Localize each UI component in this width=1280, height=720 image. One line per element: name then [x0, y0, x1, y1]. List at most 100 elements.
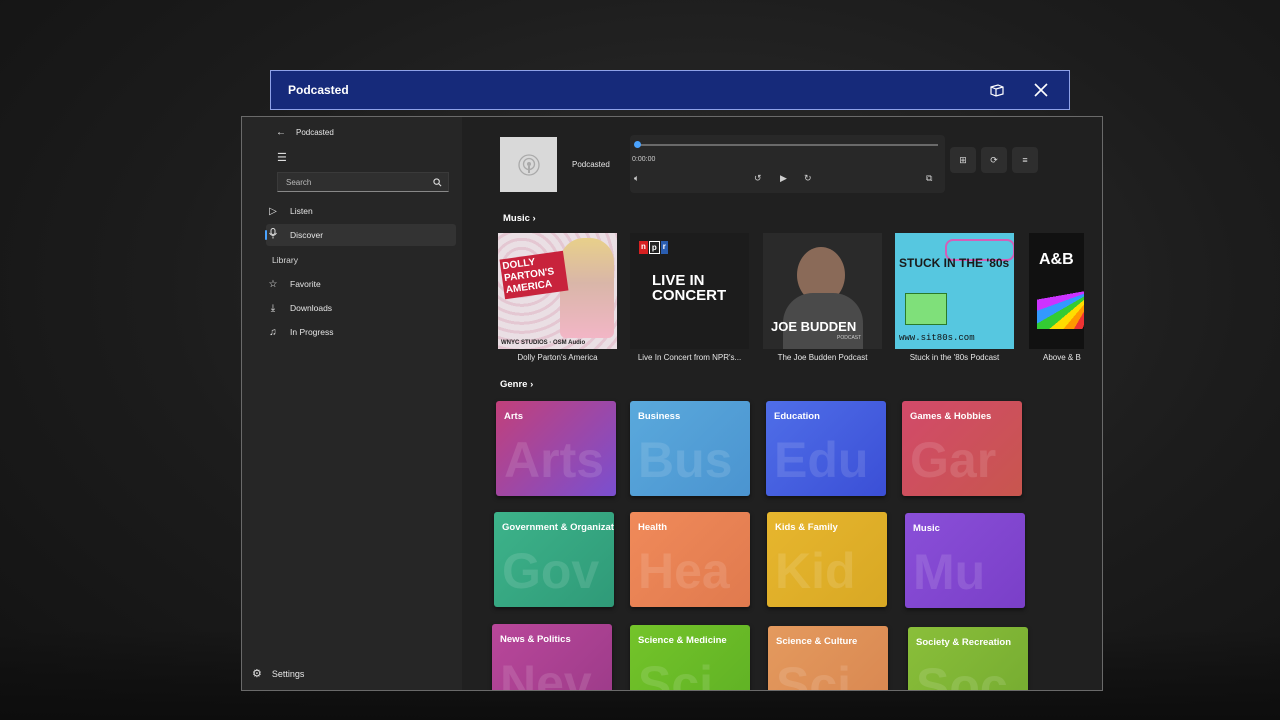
genre-watermark: Soc	[916, 658, 1008, 691]
sidebar-item-label: Listen	[290, 206, 313, 216]
sidebar-header: ← Podcasted	[276, 127, 334, 138]
download-icon: ⤓	[270, 302, 276, 314]
genre-tile-society-recreation[interactable]: Soc Society & Recreation	[908, 627, 1028, 691]
seek-thumb[interactable]	[634, 141, 641, 148]
music-note-icon: ♫	[269, 326, 277, 338]
genre-section-header[interactable]: Genre ›	[500, 379, 533, 390]
cover-text: STUCK IN THE '80s	[899, 256, 1010, 270]
genre-tile-games-hobbies[interactable]: Gar Games & Hobbies	[902, 401, 1022, 496]
podcast-card[interactable]: A&B Above & B	[1029, 233, 1084, 362]
queue-icon: ≡	[1022, 155, 1028, 165]
sidebar-item-listen[interactable]: ▷ Listen	[266, 200, 456, 222]
window-titlebar[interactable]: Podcasted	[270, 70, 1070, 110]
back-arrow-icon[interactable]: ←	[276, 127, 286, 138]
podcast-title: Live In Concert from NPR's...	[637, 353, 742, 362]
close-button[interactable]	[1025, 74, 1057, 106]
sidebar-item-label: Downloads	[290, 303, 333, 313]
podcast-card[interactable]: DOLLY PARTON'S AMERICA WNYC STUDIOS · OS…	[498, 233, 617, 362]
podcast-icon	[517, 153, 540, 176]
genre-tile-education[interactable]: Edu Education	[766, 401, 886, 496]
rewind-icon[interactable]: ↺	[754, 173, 762, 184]
sidebar-item-discover[interactable]: Discover	[265, 224, 456, 246]
gear-icon: ⚙	[252, 668, 262, 680]
genre-label: Business	[638, 411, 681, 422]
genre-label: Games & Hobbies	[910, 411, 992, 422]
restore-button[interactable]	[981, 74, 1013, 106]
play-icon[interactable]: ▶	[780, 173, 787, 184]
hamburger-icon[interactable]: ☰	[277, 151, 287, 164]
cover-url: www.sit80s.com	[899, 333, 975, 343]
player-bar: Podcasted 0:00:00 🔈︎ ↺ ▶ ↻ ⧉ ⊞ ⟳ ≡	[462, 117, 1102, 207]
sidebar-item-label: Favorite	[290, 279, 321, 289]
cover-text: JOE BUDDEN	[771, 319, 857, 334]
podcast-title: Above & B	[1043, 353, 1081, 362]
podcast-card[interactable]: STUCK IN THE '80s www.sit80s.com Stuck i…	[895, 233, 1014, 362]
now-playing-cover	[500, 137, 557, 192]
settings-button[interactable]: ⚙ Settings	[252, 667, 304, 680]
main-content: Podcasted 0:00:00 🔈︎ ↺ ▶ ↻ ⧉ ⊞ ⟳ ≡ Music…	[462, 117, 1102, 690]
genre-tile-health[interactable]: Hea Health	[630, 512, 750, 607]
library-section-label: Library	[272, 255, 298, 265]
genre-tile-kids-family[interactable]: Kid Kids & Family	[767, 512, 887, 607]
genre-watermark: Edu	[774, 432, 869, 488]
genre-watermark: Nev	[500, 655, 592, 691]
elapsed-time: 0:00:00	[632, 156, 656, 163]
podcast-cover: A&B	[1029, 233, 1084, 349]
cover-text: A&B	[1039, 251, 1074, 268]
genre-watermark: Mu	[913, 544, 986, 600]
app-window: ← Podcasted ☰ ▷ Listen Discover Library …	[241, 116, 1103, 691]
genre-label: Music	[913, 523, 940, 534]
refresh-button[interactable]: ⟳	[981, 147, 1007, 173]
add-podcast-button[interactable]: ⊞	[950, 147, 976, 173]
search-icon[interactable]	[433, 177, 442, 187]
genre-watermark: Bus	[638, 432, 733, 488]
podcast-cover: STUCK IN THE '80s www.sit80s.com	[895, 233, 1014, 349]
genre-tile-business[interactable]: Bus Business	[630, 401, 750, 496]
genre-tile-arts[interactable]: Arts Arts	[496, 401, 616, 496]
podcast-title: Dolly Parton's America	[517, 353, 598, 362]
sidebar-item-in-progress[interactable]: ♫ In Progress	[266, 321, 456, 343]
sidebar-item-downloads[interactable]: ⤓ Downloads	[266, 297, 456, 319]
genre-label: Society & Recreation	[916, 637, 1012, 648]
cover-text: LIVE IN CONCERT	[652, 272, 727, 304]
genre-watermark: Gov	[502, 543, 600, 599]
genre-watermark: Sci	[638, 656, 714, 691]
cast-icon[interactable]: ⧉	[926, 173, 932, 184]
seek-bar[interactable]	[638, 144, 938, 146]
genre-watermark: Hea	[638, 543, 730, 599]
genre-tile-music[interactable]: Mu Music	[905, 513, 1025, 608]
search-box[interactable]	[277, 172, 449, 192]
genre-label: Science & Medicine	[638, 635, 727, 646]
genre-label: Arts	[504, 411, 524, 422]
podcast-card[interactable]: JOE BUDDEN PODCAST The Joe Budden Podcas…	[763, 233, 882, 362]
genre-label: Health	[638, 522, 668, 533]
restore-window-icon	[990, 84, 1004, 97]
search-input[interactable]	[284, 176, 428, 188]
sidebar-item-label: In Progress	[290, 327, 334, 337]
genre-tile-government[interactable]: Gov Government & Organizations	[494, 512, 614, 607]
queue-button[interactable]: ≡	[1012, 147, 1038, 173]
star-icon: ☆	[268, 278, 278, 290]
npr-logo: n p r	[639, 241, 668, 254]
window-title: Podcasted	[288, 83, 349, 97]
fast-forward-icon[interactable]: ↻	[804, 173, 812, 184]
podcast-cover: DOLLY PARTON'S AMERICA WNYC STUDIOS · OS…	[498, 233, 617, 349]
playback-panel: 0:00:00 🔈︎ ↺ ▶ ↻ ⧉	[630, 135, 945, 193]
volume-icon[interactable]: 🔈︎	[634, 173, 639, 184]
settings-label: Settings	[271, 668, 305, 679]
podcast-card[interactable]: n p r LIVE IN CONCERT Live In Concert fr…	[630, 233, 749, 362]
sidebar-app-title: Podcasted	[296, 128, 334, 137]
genre-tile-science-culture[interactable]: Sci Science & Culture	[768, 626, 888, 691]
genre-label: Kids & Family	[775, 522, 838, 533]
genre-tile-news-politics[interactable]: Nev News & Politics	[492, 624, 612, 691]
genre-tile-science-medicine[interactable]: Sci Science & Medicine	[630, 625, 750, 691]
music-section-header[interactable]: Music ›	[503, 213, 536, 224]
genre-label: Government & Organizations	[502, 522, 614, 533]
close-icon	[1034, 83, 1048, 97]
genre-watermark: Gar	[910, 432, 997, 488]
sidebar-item-favorite[interactable]: ☆ Favorite	[266, 273, 456, 295]
refresh-icon: ⟳	[990, 154, 998, 165]
genre-label: Education	[774, 411, 820, 422]
genre-watermark: Sci	[776, 657, 852, 691]
genre-label: News & Politics	[500, 634, 571, 645]
